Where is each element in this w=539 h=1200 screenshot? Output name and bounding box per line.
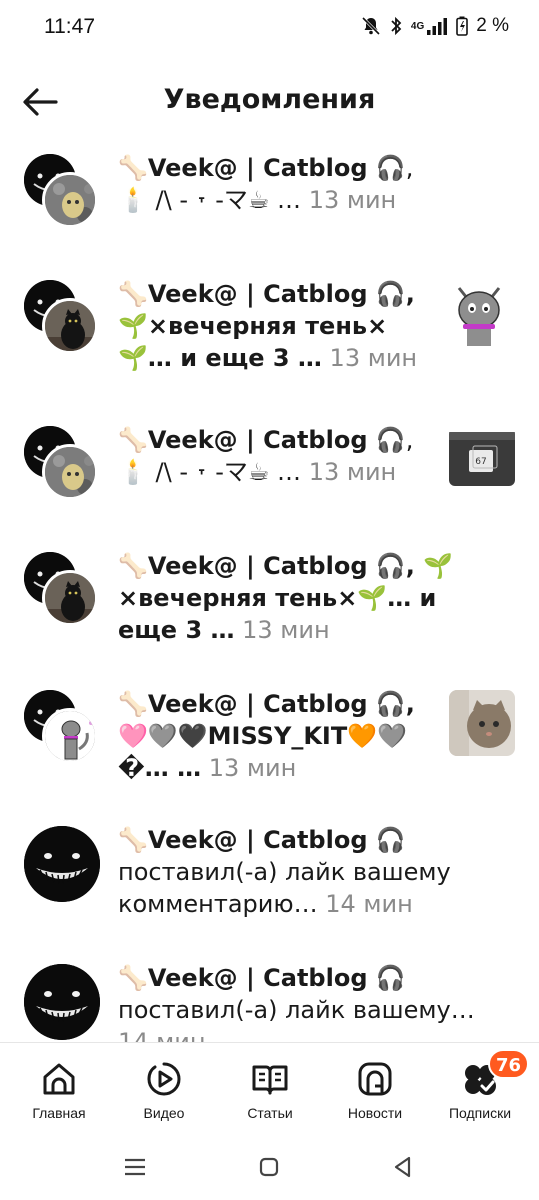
system-back-icon[interactable] bbox=[388, 1152, 418, 1182]
avatar-group bbox=[24, 690, 102, 764]
notification-text: 🦴Veek@ | Catblog 🎧, 🌱×вечерняя тень× 🌱… … bbox=[118, 278, 428, 374]
nav-label: Главная bbox=[32, 1105, 86, 1121]
news-icon bbox=[358, 1062, 392, 1096]
post-thumbnail[interactable]: 67 bbox=[449, 426, 515, 492]
notification-author: 🦴Veek@ | Catblog 🎧 bbox=[118, 826, 406, 854]
signal-icon bbox=[427, 18, 448, 35]
notification-author: 🦴Veek@ | Catblog 🎧 bbox=[118, 552, 406, 580]
notification-item[interactable]: 🦴Veek@ | Catblog 🎧, 🕯️ /\ - ˕ -マ☕ … 13 м… bbox=[0, 422, 539, 542]
page-title: Уведомления bbox=[163, 84, 376, 115]
nav-label: Статьи bbox=[247, 1105, 293, 1121]
post-image-avatar bbox=[42, 298, 98, 354]
network-type: 4G bbox=[410, 20, 425, 32]
notification-time: 13 мин bbox=[242, 616, 330, 644]
notification-time: 14 мин bbox=[325, 890, 413, 918]
header: Уведомления bbox=[0, 70, 539, 134]
nav-news[interactable]: Новости bbox=[321, 1059, 429, 1121]
notification-time: 13 мин bbox=[308, 458, 397, 486]
status-time: 11:47 bbox=[44, 15, 95, 38]
post-image-avatar bbox=[42, 172, 98, 228]
mute-bell-icon bbox=[361, 16, 380, 36]
nav-home[interactable]: Главная bbox=[5, 1059, 113, 1121]
author-avatar bbox=[24, 826, 100, 902]
home-icon bbox=[43, 1063, 75, 1095]
notification-item[interactable]: 🦴Veek@ | Catblog 🎧 поставил(-а) лайк ваш… bbox=[0, 960, 539, 1042]
notification-text: 🦴Veek@ | Catblog 🎧, 🕯️ /\ - ˕ -マ☕ … 13 м… bbox=[118, 424, 428, 488]
nav-video[interactable]: Видео bbox=[110, 1059, 218, 1121]
notification-text: 🦴Veek@ | Catblog 🎧 поставил(-а) лайк ваш… bbox=[118, 962, 488, 1042]
notification-author: 🦴Veek@ | Catblog 🎧 bbox=[118, 280, 406, 308]
notification-text: 🦴Veek@ | Catblog 🎧, 🩷🩶🖤MISSY_KIT🧡🩶 �… … … bbox=[118, 688, 428, 784]
articles-icon bbox=[252, 1065, 288, 1095]
home-button-icon[interactable] bbox=[254, 1152, 284, 1182]
bluetooth-icon bbox=[391, 16, 402, 36]
avatar-group bbox=[24, 552, 102, 626]
avatar-group bbox=[24, 280, 102, 354]
system-nav bbox=[0, 1134, 539, 1200]
notification-author: 🦴Veek@ | Catblog 🎧 bbox=[118, 964, 406, 992]
notification-item[interactable]: 🦴Veek@ | Catblog 🎧, 🌱×вечерняя тень× 🌱… … bbox=[0, 276, 539, 416]
post-thumbnail[interactable] bbox=[449, 690, 515, 756]
recent-apps-icon[interactable] bbox=[120, 1152, 150, 1182]
author-avatar bbox=[24, 964, 100, 1040]
battery-percent: 2 % bbox=[476, 15, 509, 36]
status-icons: 4G 2 % bbox=[361, 15, 509, 37]
nav-label: Видео bbox=[143, 1105, 185, 1121]
notification-time: 13 мин bbox=[308, 186, 397, 214]
thumbnail-count: 67 bbox=[475, 457, 486, 467]
notification-text: 🦴Veek@ | Catblog 🎧, 🌱 ×вечерняя тень×🌱… … bbox=[118, 550, 488, 646]
battery-icon bbox=[456, 16, 469, 36]
notification-list[interactable]: 🦴Veek@ | Catblog 🎧, 🕯️ /\ - ˕ -マ☕ … 13 м… bbox=[0, 146, 539, 1042]
post-image-avatar bbox=[42, 570, 98, 626]
post-image-avatar bbox=[42, 444, 98, 500]
notification-text: 🦴Veek@ | Catblog 🎧 поставил(-а) лайк ваш… bbox=[118, 824, 478, 920]
nav-label: Подписки bbox=[448, 1105, 512, 1121]
notification-author: 🦴Veek@ | Catblog 🎧 bbox=[118, 426, 406, 454]
notification-text: 🦴Veek@ | Catblog 🎧, 🕯️ /\ - ˕ -マ☕ … 13 м… bbox=[118, 152, 428, 216]
notification-author: 🦴Veek@ | Catblog 🎧 bbox=[118, 690, 406, 718]
notification-body: поставил(-а) лайк вашему… bbox=[118, 996, 475, 1024]
notification-time: 13 мин bbox=[329, 344, 418, 372]
notification-item[interactable]: 🦴Veek@ | Catblog 🎧, 🌱 ×вечерняя тень×🌱… … bbox=[0, 548, 539, 680]
video-icon bbox=[147, 1062, 181, 1096]
notification-item[interactable]: 🦴Veek@ | Catblog 🎧 поставил(-а) лайк ваш… bbox=[0, 822, 539, 952]
status-bar: 11:47 4G 2 % bbox=[0, 0, 539, 56]
post-thumbnail[interactable] bbox=[449, 280, 515, 346]
bottom-nav: Главная Видео Статьи Новости 76 Подписки bbox=[0, 1042, 539, 1134]
post-image-avatar bbox=[42, 708, 98, 764]
notification-time: 13 мин bbox=[208, 754, 297, 782]
nav-articles[interactable]: Статьи bbox=[216, 1059, 324, 1121]
notification-time: 14 мин bbox=[118, 1028, 206, 1042]
notification-item[interactable]: 🦴Veek@ | Catblog 🎧, 🕯️ /\ - ˕ -マ☕ … 13 м… bbox=[0, 150, 539, 270]
subscriptions-badge: 76 bbox=[488, 1049, 530, 1079]
notification-author: 🦴Veek@ | Catblog 🎧 bbox=[118, 154, 406, 182]
notification-item[interactable]: 🦴Veek@ | Catblog 🎧, 🩷🩶🖤MISSY_KIT🧡🩶 �… … … bbox=[0, 686, 539, 816]
nav-subscriptions[interactable]: 76 Подписки bbox=[426, 1049, 534, 1121]
avatar-group bbox=[24, 154, 102, 228]
avatar-group bbox=[24, 426, 102, 500]
nav-label: Новости bbox=[347, 1105, 403, 1121]
